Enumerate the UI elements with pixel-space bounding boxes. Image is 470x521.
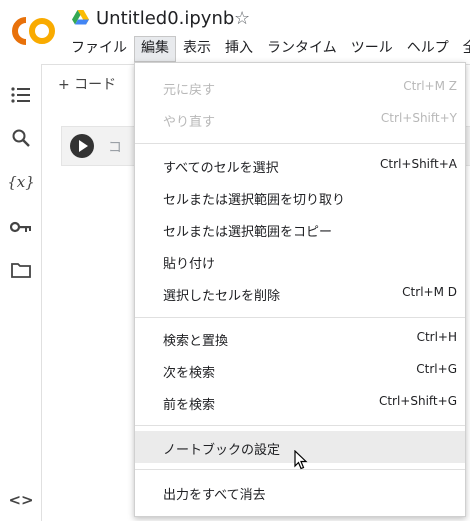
- star-icon[interactable]: ☆: [234, 8, 250, 29]
- menu-tools[interactable]: ツール: [344, 36, 400, 62]
- header: Untitled0.ipynb ☆ ファイル 編集 表示 挿入 ランタイム ツー…: [0, 0, 470, 64]
- menu-item-undo: 元に戻す Ctrl+M Z: [163, 79, 457, 98]
- add-code-button[interactable]: + コード: [58, 74, 116, 94]
- menu-item-redo: やり直す Ctrl+Shift+Y: [163, 111, 457, 130]
- edit-menu-dropdown: 元に戻す Ctrl+M Z やり直す Ctrl+Shift+Y すべてのセルを選…: [134, 62, 466, 517]
- menu-separator: [135, 317, 465, 318]
- menu-separator: [135, 143, 465, 144]
- menu-item-find-replace[interactable]: 検索と置換 Ctrl+H: [135, 322, 465, 354]
- menu-item-delete-cells[interactable]: 選択したセルを削除 Ctrl+M D: [135, 277, 465, 309]
- code-snippets-icon[interactable]: <>: [8, 489, 33, 511]
- menu-help[interactable]: ヘルプ: [400, 36, 456, 62]
- menu-item-select-all-cells[interactable]: すべてのセルを選択 Ctrl+Shift+A: [135, 149, 465, 181]
- menu-item-paste[interactable]: 貼り付け: [135, 245, 465, 277]
- menu-item-clear-all-outputs[interactable]: 出力をすべて消去: [135, 476, 465, 508]
- drive-icon[interactable]: [72, 10, 89, 25]
- sidebar: {x} <>: [0, 64, 42, 521]
- notebook-title[interactable]: Untitled0.ipynb: [96, 8, 234, 29]
- cell-placeholder: コ: [108, 140, 122, 156]
- menu-insert[interactable]: 挿入: [218, 36, 260, 62]
- menu-separator: [135, 425, 465, 426]
- menu-bar: ファイル 編集 表示 挿入 ランタイム ツール ヘルプ 全: [64, 36, 470, 62]
- menu-item-cut[interactable]: セルまたは選択範囲を切り取り: [135, 181, 465, 213]
- menu-overflow[interactable]: 全: [456, 36, 470, 62]
- menu-file[interactable]: ファイル: [64, 36, 134, 62]
- menu-view[interactable]: 表示: [176, 36, 218, 62]
- mouse-cursor-icon: [294, 450, 308, 470]
- menu-item-copy[interactable]: セルまたは選択範囲をコピー: [135, 213, 465, 245]
- run-cell-button[interactable]: [70, 134, 94, 158]
- menu-runtime[interactable]: ランタイム: [260, 36, 344, 62]
- menu-item-find-previous[interactable]: 前を検索 Ctrl+Shift+G: [135, 386, 465, 418]
- table-of-contents-icon[interactable]: [10, 84, 32, 106]
- folder-icon[interactable]: [10, 259, 32, 281]
- key-icon[interactable]: [10, 216, 32, 238]
- colab-logo[interactable]: [12, 16, 56, 46]
- menu-edit[interactable]: 編集: [134, 36, 176, 62]
- search-icon[interactable]: [10, 127, 32, 149]
- menu-item-find-next[interactable]: 次を検索 Ctrl+G: [135, 354, 465, 386]
- variables-icon[interactable]: {x}: [7, 171, 35, 193]
